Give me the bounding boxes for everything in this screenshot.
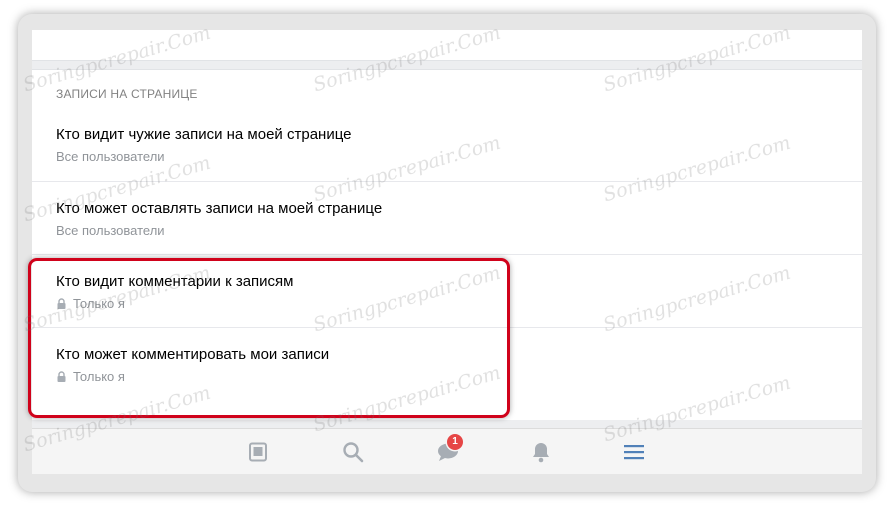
news-icon: [249, 442, 267, 462]
setting-title: Кто может оставлять записи на моей стран…: [56, 200, 383, 217]
menu-icon: [624, 445, 644, 460]
nav-news-button[interactable]: [243, 437, 273, 467]
setting-value-text: Все пользователи: [56, 149, 165, 164]
bottom-navigation-bar: 1: [32, 428, 862, 474]
setting-value: Все пользователи: [56, 223, 165, 238]
previous-section-card: [32, 30, 862, 61]
bell-icon: [533, 443, 549, 463]
nav-notifications-button[interactable]: [526, 437, 556, 467]
nav-messages-button[interactable]: 1: [433, 434, 463, 467]
section-header: ЗАПИСИ НА СТРАНИЦЕ: [56, 87, 198, 101]
highlight-frame: [28, 258, 510, 418]
setting-item-see-others-posts[interactable]: Кто видит чужие записи на моей странице …: [32, 108, 862, 181]
messages-badge: 1: [447, 434, 463, 450]
nav-search-button[interactable]: [338, 437, 368, 467]
setting-title: Кто видит чужие записи на моей странице: [56, 126, 352, 143]
setting-value: Все пользователи: [56, 149, 165, 164]
setting-value-text: Все пользователи: [56, 223, 165, 238]
nav-menu-button[interactable]: [619, 437, 649, 467]
setting-item-can-post[interactable]: Кто может оставлять записи на моей стран…: [32, 181, 862, 255]
search-icon: [343, 442, 364, 463]
